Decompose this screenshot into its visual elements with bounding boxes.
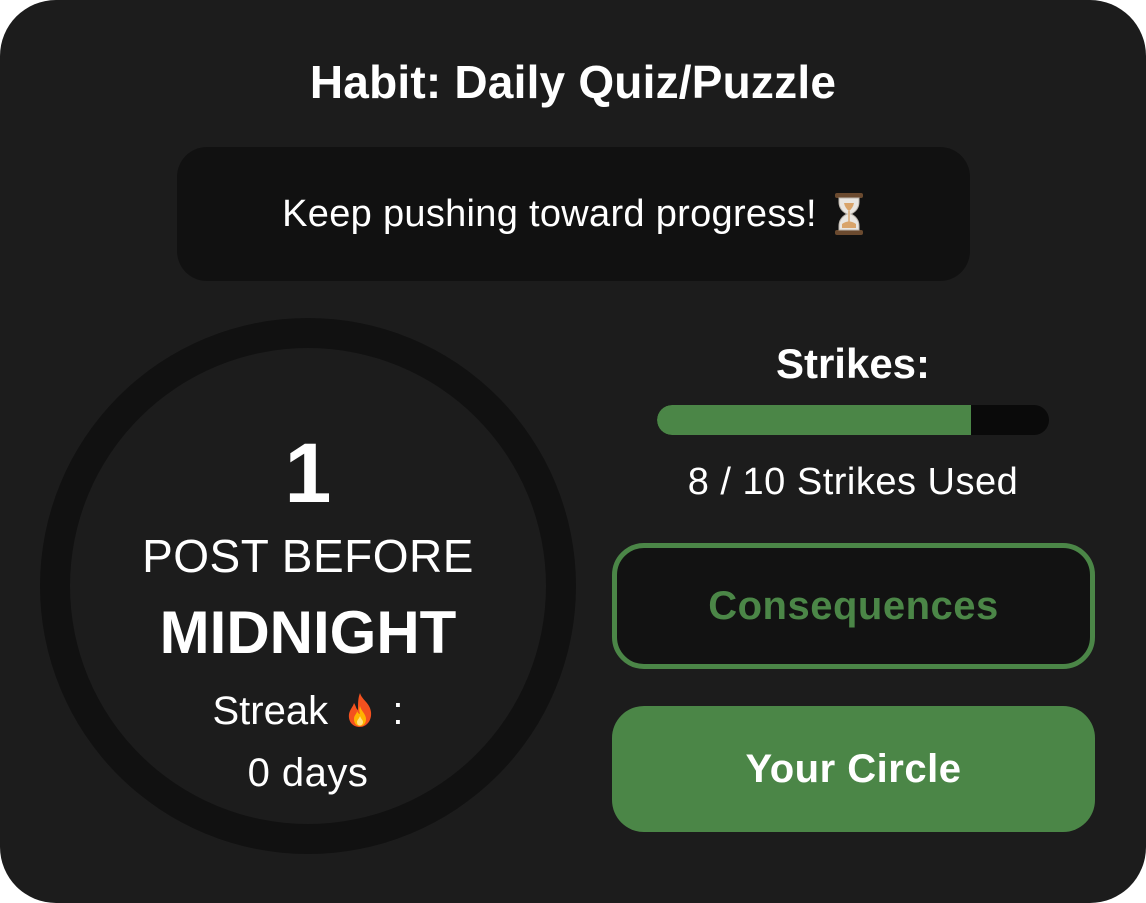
fire-icon — [345, 690, 375, 727]
streak-label-row: Streak : — [70, 686, 546, 736]
strikes-progress-fill — [657, 405, 971, 435]
habit-card: Habit: Daily Quiz/Puzzle Keep pushing to… — [0, 0, 1146, 903]
habit-title: Habit: Daily Quiz/Puzzle — [309, 56, 837, 108]
deadline-ring-inner: 1 POST BEFORE MIDNIGHT Streak : 0 days — [70, 348, 546, 824]
midnight-text: MIDNIGHT — [159, 599, 457, 666]
streak-value: 0 days — [247, 751, 369, 795]
hourglass-icon — [833, 193, 865, 235]
motivation-banner: Keep pushing toward progress! — [177, 147, 970, 281]
days-left-number: 1 — [284, 426, 332, 520]
consequences-button[interactable]: Consequences — [612, 543, 1095, 669]
deadline-ring: 1 POST BEFORE MIDNIGHT Streak : 0 days — [40, 318, 576, 854]
your-circle-button[interactable]: Your Circle — [612, 706, 1095, 832]
strikes-progress-bar — [657, 405, 1049, 435]
motivation-message: Keep pushing toward progress! — [282, 192, 817, 235]
strikes-label: Strikes: — [775, 340, 931, 387]
streak-colon: : — [392, 689, 404, 733]
post-before-text: POST BEFORE — [142, 530, 474, 582]
strikes-used-text: 8 / 10 Strikes Used — [687, 461, 1019, 503]
streak-label: Streak — [212, 689, 329, 733]
